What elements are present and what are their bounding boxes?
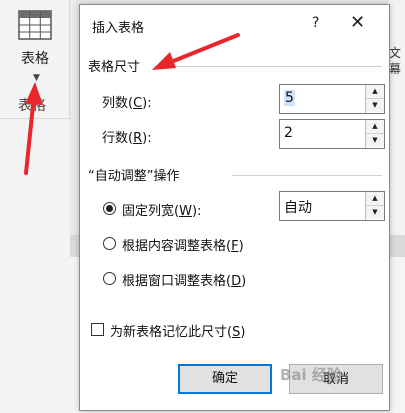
fixed-width-label[interactable]: 固定列宽(W): [122,200,201,219]
columns-value[interactable]: 5 [284,90,295,106]
ribbon-separator [69,0,70,120]
rows-spinner[interactable]: 2 ▲ ▼ [279,119,385,149]
dialog-title: 插入表格 [92,21,145,36]
width-down-icon[interactable]: ▼ [366,206,384,219]
column-width-spinner[interactable]: 自动 ▲ ▼ [279,191,385,221]
ok-button[interactable]: 确定 [178,364,272,394]
remember-size-label[interactable]: 为新表格记忆此尺寸(S) [110,321,245,340]
fit-content-radio[interactable] [103,237,116,250]
watermark: Bai 经验 [280,366,342,384]
fit-window-radio[interactable] [103,272,116,285]
ribbon-divider [0,118,70,119]
width-up-icon[interactable]: ▲ [366,192,384,206]
column-width-value[interactable]: 自动 [284,200,312,216]
table-icon[interactable] [18,10,52,40]
help-button[interactable]: ? [312,15,319,31]
ribbon-right-partial-text: 文 [389,46,402,60]
columns-label: 列数(C): [102,96,152,111]
insert-table-dialog: 插入表格 ? ✕ 表格尺寸 列数(C): 5 ▲ ▼ 行数(R): 2 ▲ ▼ … [79,4,390,411]
size-section-title: 表格尺寸 [88,60,141,75]
fit-window-label[interactable]: 根据窗口调整表格(D) [122,270,246,289]
dialog-titlebar[interactable]: 插入表格 ? ✕ [80,5,389,45]
section-divider [154,66,382,67]
chevron-down-icon[interactable]: ▼ [33,73,40,83]
fit-content-label[interactable]: 根据内容调整表格(F) [122,235,244,254]
fixed-width-radio[interactable] [103,202,116,215]
ribbon-right-partial-text-2: 幕 [389,62,402,76]
rows-value[interactable]: 2 [284,125,293,141]
columns-spinner[interactable]: 5 ▲ ▼ [279,84,385,114]
section-divider [232,175,382,176]
columns-down-icon[interactable]: ▼ [366,99,384,112]
close-button[interactable]: ✕ [350,12,365,33]
columns-up-icon[interactable]: ▲ [366,85,384,99]
table-button-label[interactable]: 表格 [21,48,49,68]
autofit-section-title: “自动调整”操作 [88,169,180,184]
rows-up-icon[interactable]: ▲ [366,120,384,134]
remember-size-checkbox[interactable] [91,323,104,336]
ribbon-group-label: 表格 [18,98,46,114]
rows-label: 行数(R): [102,131,152,146]
rows-down-icon[interactable]: ▼ [366,134,384,147]
